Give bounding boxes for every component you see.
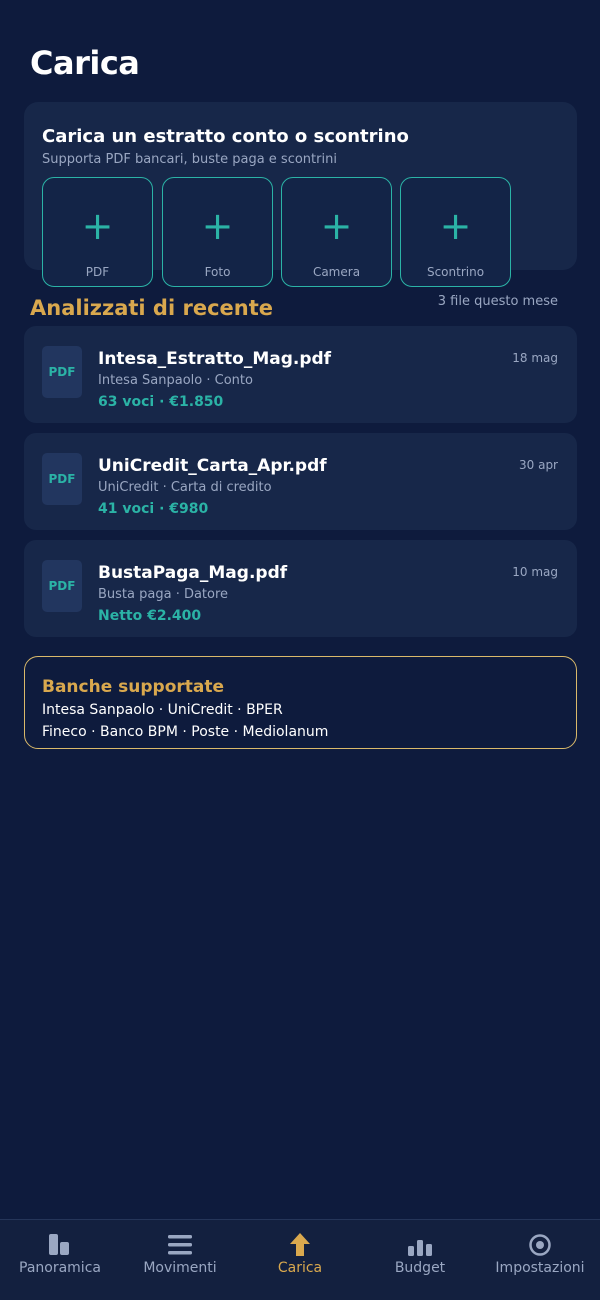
list-icon: [168, 1235, 192, 1255]
nav-item-panoramica[interactable]: Panoramica: [0, 1220, 120, 1300]
upload-title: Carica un estratto conto o scontrino: [42, 126, 409, 147]
nav-item-budget[interactable]: Budget: [360, 1220, 480, 1300]
nav-label: Impostazioni: [495, 1260, 585, 1276]
pdf-file-icon: PDF: [42, 346, 82, 398]
file-source: Intesa Sanpaolo · Conto: [98, 373, 253, 388]
nav-label: Movimenti: [143, 1260, 217, 1276]
file-card[interactable]: PDF Intesa_Estratto_Mag.pdf Intesa Sanpa…: [24, 326, 577, 423]
supported-banks-title: Banche supportate: [42, 677, 225, 697]
nav-item-movimenti[interactable]: Movimenti: [120, 1220, 240, 1300]
file-date: 30 apr: [519, 458, 558, 472]
plus-icon: +: [201, 204, 234, 248]
supported-banks-line: Intesa Sanpaolo · UniCredit · BPER: [42, 702, 283, 718]
file-summary: 63 voci · €1.850: [98, 394, 224, 410]
upload-receipt-button[interactable]: + Scontrino: [400, 177, 511, 287]
file-card[interactable]: PDF UniCredit_Carta_Apr.pdf UniCredit · …: [24, 433, 577, 530]
upload-arrow-icon: [290, 1233, 310, 1256]
file-name: UniCredit_Carta_Apr.pdf: [98, 456, 327, 476]
nav-label: Carica: [277, 1260, 323, 1276]
file-card[interactable]: PDF BustaPaga_Mag.pdf Busta paga · Dator…: [24, 540, 577, 637]
file-date: 18 mag: [512, 351, 558, 365]
plus-icon: +: [439, 204, 472, 248]
upload-photo-label: Foto: [204, 265, 231, 279]
upload-card: Carica un estratto conto o scontrino Sup…: [24, 102, 577, 287]
file-source: Busta paga · Datore: [98, 587, 229, 602]
file-source: UniCredit · Carta di credito: [98, 480, 272, 495]
upload-receipt-label: Scontrino: [426, 265, 485, 279]
pdf-file-icon: PDF: [42, 453, 82, 505]
file-summary: Netto €2.400: [98, 608, 202, 624]
nav-label: Panoramica: [19, 1260, 101, 1276]
app-screen: Carica Carica un estratto conto o scontr…: [0, 0, 600, 1300]
nav-item-carica[interactable]: Carica: [240, 1220, 360, 1300]
file-summary: 41 voci · €980: [98, 501, 209, 517]
nav-label: Budget: [394, 1260, 446, 1276]
plus-icon: +: [81, 204, 114, 248]
supported-banks-line: Fineco · Banco BPM · Poste · Mediolanum: [42, 724, 329, 740]
supported-banks-card: Banche supportate Intesa Sanpaolo · UniC…: [24, 656, 577, 749]
upload-subtitle: Supporta PDF bancari, buste paga e scont…: [42, 152, 337, 167]
bottom-nav: Panoramica Movimenti Carica Budget Impos…: [0, 1219, 600, 1300]
overview-icon: [49, 1234, 69, 1255]
upload-photo-button[interactable]: + Foto: [162, 177, 273, 287]
file-name: BustaPaga_Mag.pdf: [98, 563, 288, 583]
upload-camera-label: Camera: [312, 265, 361, 279]
file-date: 10 mag: [512, 565, 558, 579]
file-name: Intesa_Estratto_Mag.pdf: [98, 349, 332, 369]
page-title: Carica: [30, 44, 140, 82]
plus-icon: +: [320, 204, 353, 248]
settings-icon: [529, 1234, 551, 1256]
upload-pdf-label: PDF: [85, 265, 110, 279]
bar-chart-icon: [408, 1240, 432, 1256]
recent-section-title: Analizzati di recente: [30, 296, 273, 320]
upload-pdf-button[interactable]: + PDF: [42, 177, 153, 287]
upload-camera-button[interactable]: + Camera: [281, 177, 392, 287]
nav-item-impostazioni[interactable]: Impostazioni: [480, 1220, 600, 1300]
recent-files-count: 3 file questo mese: [437, 294, 558, 309]
pdf-file-icon: PDF: [42, 560, 82, 612]
